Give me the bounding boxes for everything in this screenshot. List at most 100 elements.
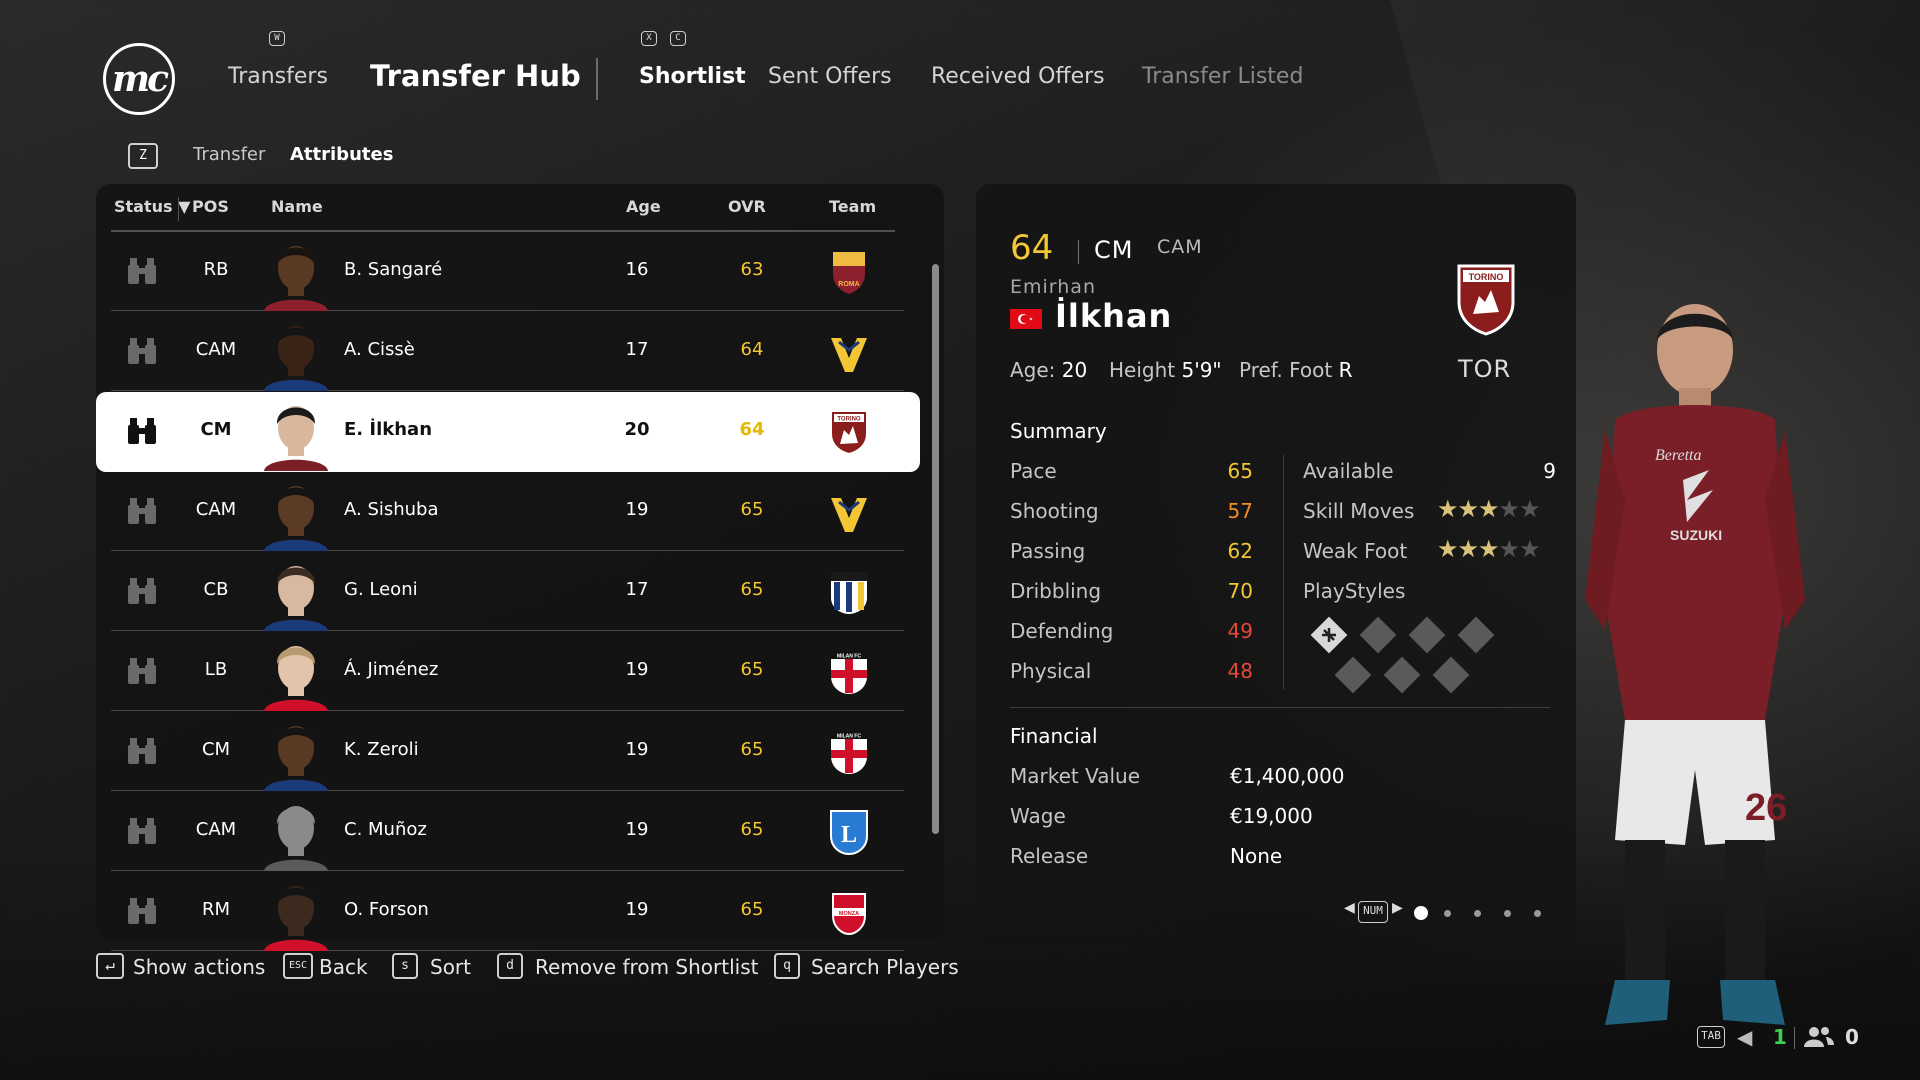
table-row[interactable]: RB B. Sangaré 16 63 ROMA (111, 232, 904, 311)
stat-label: Passing (1010, 539, 1086, 563)
release-value: None (1230, 844, 1283, 868)
monza-crest-icon: MONZA (825, 888, 873, 936)
torino-crest-icon: TORINO (1455, 262, 1517, 336)
table-row[interactable]: CAM C. Muñoz 19 65 L (111, 792, 904, 871)
table-row[interactable]: CAM A. Cissè 17 64 (111, 312, 904, 391)
shortlist-binoculars-icon (125, 656, 159, 686)
player-portrait (262, 558, 330, 631)
verona-crest-icon (825, 328, 873, 376)
row-player-name: B. Sangaré (344, 259, 443, 280)
announcement-icon[interactable]: ◀ (1737, 1025, 1752, 1049)
player-portrait (262, 318, 330, 391)
tab-received-offers[interactable]: Received Offers (931, 64, 1105, 89)
player-model: Beretta SUZUKI 26 (1585, 304, 1805, 1025)
row-ovr: 65 (740, 739, 764, 760)
sort-desc-icon: ▼ (178, 197, 191, 216)
torino-crest-icon: TORINO (825, 408, 873, 456)
hint-back[interactable]: Back (319, 955, 368, 979)
player-portrait (262, 478, 330, 551)
ovr-separator (1078, 240, 1079, 264)
shortlist-binoculars-icon (125, 576, 159, 606)
playstyle-active-icon[interactable] (1310, 616, 1348, 654)
table-row[interactable]: CAM A. Sishuba 19 65 (111, 472, 904, 551)
subtab-transfer[interactable]: Transfer (193, 144, 265, 165)
svg-text:L: L (841, 822, 857, 848)
table-row[interactable]: RM O. Forson 19 65 MONZA (111, 872, 904, 951)
svg-text:TORINO: TORINO (837, 417, 861, 423)
key-hint-esc: ESC (283, 953, 313, 979)
nav-transfer-hub[interactable]: Transfer Hub (370, 59, 581, 93)
subtab-attributes[interactable]: Attributes (290, 144, 393, 165)
market-value: €1,400,000 (1230, 764, 1345, 788)
skill-moves-label: Skill Moves (1303, 499, 1415, 523)
summary-divider (1283, 455, 1284, 690)
player-portrait (262, 238, 330, 311)
pager-dot[interactable] (1504, 910, 1511, 917)
row-position: CB (203, 579, 229, 600)
table-row[interactable]: LB Á. Jiménez 19 65 MILAN FC (111, 632, 904, 711)
column-header-ovr[interactable]: OVR (728, 197, 766, 216)
tab-shortlist[interactable]: Shortlist (639, 64, 746, 89)
parma-crest-icon (825, 568, 873, 616)
star-icon: ★ (1519, 535, 1540, 563)
hint-show-actions[interactable]: Show actions (133, 955, 265, 979)
table-row[interactable]: CM E. İlkhan 20 64 TORINO (96, 392, 920, 472)
tab-transfer-listed[interactable]: Transfer Listed (1142, 64, 1303, 89)
pager-prev-icon[interactable]: ◀ (1344, 900, 1355, 916)
hint-sort[interactable]: Sort (430, 955, 471, 979)
turkey-flag-icon (1010, 309, 1042, 329)
pager-dot[interactable] (1534, 910, 1541, 917)
stat-label: Defending (1010, 619, 1114, 643)
hint-remove-from-shortlist[interactable]: Remove from Shortlist (535, 955, 758, 979)
row-position: CAM (195, 499, 237, 520)
pager-dot[interactable] (1414, 906, 1428, 920)
player-position: CM (1094, 236, 1134, 264)
svg-text:MILAN FC: MILAN FC (837, 654, 861, 660)
column-header-name[interactable]: Name (271, 197, 323, 216)
tab-sent-offers[interactable]: Sent Offers (768, 64, 892, 89)
row-age: 19 (625, 899, 649, 920)
column-header-age[interactable]: Age (626, 197, 661, 216)
row-player-name: C. Muñoz (344, 819, 427, 840)
stat-value: 57 (1227, 499, 1253, 523)
player-first-name: Emirhan (1010, 276, 1096, 298)
pager-next-icon[interactable]: ▶ (1392, 900, 1403, 916)
shortlist-binoculars-icon (125, 896, 159, 926)
shortlist-binoculars-icon (125, 336, 159, 366)
pager-dot[interactable] (1444, 910, 1451, 917)
shortlist-binoculars-icon (125, 736, 159, 766)
player-height: Height 5'9" (1109, 358, 1222, 382)
table-row[interactable]: CB G. Leoni 17 65 (111, 552, 904, 631)
shortlist-binoculars-icon (125, 256, 159, 286)
roma-crest-icon: ROMA (825, 248, 873, 296)
status-divider (1794, 1027, 1795, 1049)
table-scrollbar[interactable] (932, 264, 939, 834)
svg-text:MILAN FC: MILAN FC (837, 734, 861, 740)
key-hint-w: W (269, 31, 285, 46)
column-header-pos[interactable]: POS (192, 197, 229, 216)
lecce-crest-icon: L (825, 808, 873, 856)
column-header-team[interactable]: Team (829, 197, 876, 216)
weak-foot-label: Weak Foot (1303, 539, 1408, 563)
row-ovr: 64 (740, 339, 764, 360)
row-ovr: 63 (740, 259, 764, 280)
star-icon: ★ (1498, 495, 1520, 523)
pager-dot[interactable] (1474, 910, 1481, 917)
stat-value: 49 (1227, 619, 1253, 643)
row-age: 19 (625, 659, 649, 680)
staff-icon[interactable] (1804, 1025, 1834, 1054)
row-age: 20 (624, 419, 650, 440)
row-player-name: O. Forson (344, 899, 429, 920)
hint-search-players[interactable]: Search Players (811, 955, 959, 979)
stat-value: 65 (1227, 459, 1253, 483)
row-position: LB (204, 659, 228, 680)
key-hint-s: s (392, 953, 418, 979)
row-age: 17 (625, 339, 649, 360)
available-label: Available (1303, 459, 1394, 483)
financial-title: Financial (1010, 724, 1098, 748)
table-row[interactable]: CM K. Zeroli 19 65 MILAN FC (111, 712, 904, 791)
nav-transfers[interactable]: Transfers (228, 64, 328, 89)
row-player-name: E. İlkhan (344, 419, 433, 440)
player-alt-position: CAM (1157, 236, 1203, 258)
row-player-name: K. Zeroli (344, 739, 419, 760)
